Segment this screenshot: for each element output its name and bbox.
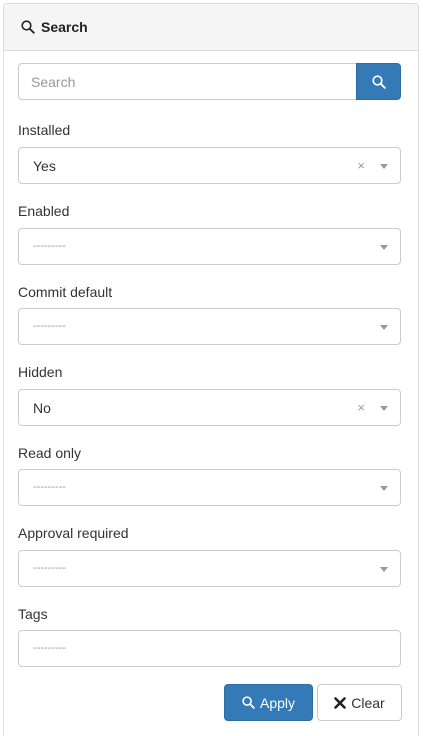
commit-default-label: Commit default (18, 284, 113, 300)
enabled-select[interactable]: --------- (18, 228, 401, 265)
apply-label: Apply (259, 694, 296, 711)
tags-placeholder: --------- (33, 642, 66, 654)
hidden-clear-icon[interactable]: × (357, 400, 365, 416)
tags-label: Tags (18, 606, 48, 622)
chevron-down-icon (380, 245, 388, 250)
panel-heading: Search (4, 4, 418, 51)
hidden-label: Hidden (18, 364, 63, 380)
installed-label: Installed (18, 122, 71, 138)
search-icon (242, 696, 255, 709)
search-icon (371, 74, 386, 89)
approval-required-placeholder: --------- (33, 562, 66, 574)
apply-button[interactable]: Apply (224, 684, 313, 721)
search-icon (21, 20, 35, 34)
installed-value: Yes (33, 158, 56, 174)
search-panel: Search (3, 3, 419, 736)
approval-required-label: Approval required (18, 525, 129, 541)
enabled-label: Enabled (18, 203, 70, 219)
read-only-placeholder: --------- (33, 481, 66, 493)
chevron-down-icon (380, 486, 388, 491)
read-only-select[interactable]: --------- (18, 469, 401, 506)
chevron-down-icon (380, 325, 388, 330)
chevron-down-icon (380, 164, 388, 169)
hidden-value: No (33, 400, 51, 416)
approval-required-select[interactable]: --------- (18, 550, 401, 587)
installed-select[interactable]: Yes × (18, 147, 401, 184)
clear-button[interactable]: Clear (317, 684, 402, 721)
search-group (18, 63, 401, 100)
chevron-down-icon (380, 567, 388, 572)
installed-clear-icon[interactable]: × (357, 158, 365, 174)
hidden-select[interactable]: No × (18, 389, 401, 426)
panel-title: Search (41, 19, 88, 35)
chevron-down-icon (380, 406, 388, 411)
clear-label: Clear (351, 694, 385, 711)
read-only-label: Read only (18, 445, 82, 461)
search-input[interactable] (18, 63, 356, 100)
enabled-placeholder: --------- (33, 240, 66, 252)
tags-input[interactable]: --------- (18, 630, 401, 667)
commit-default-placeholder: --------- (33, 320, 66, 332)
close-icon (334, 696, 347, 709)
commit-default-select[interactable]: --------- (18, 308, 401, 345)
search-button[interactable] (356, 63, 401, 100)
